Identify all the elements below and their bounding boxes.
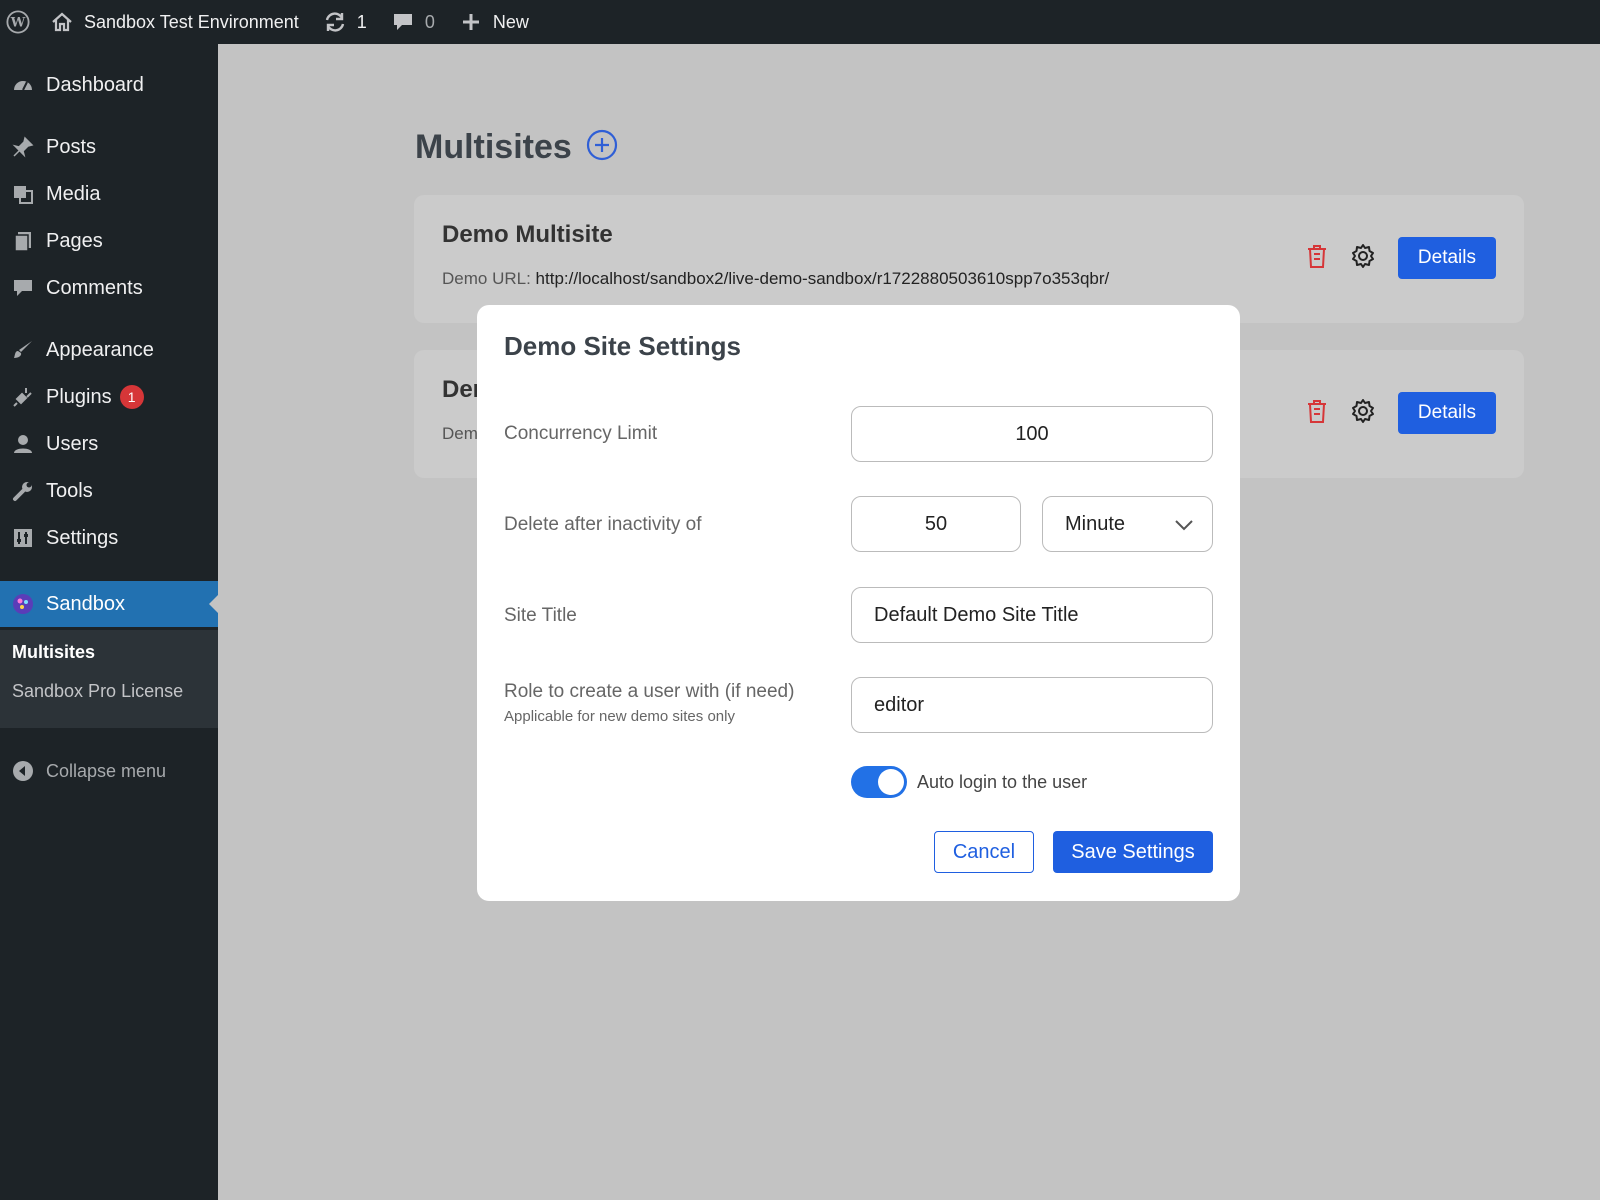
modal-title: Demo Site Settings [504, 331, 741, 361]
cancel-button[interactable]: Cancel [934, 831, 1034, 873]
comment-icon [391, 10, 415, 34]
auto-login-toggle[interactable] [851, 766, 907, 798]
updates-link[interactable]: 1 [311, 0, 379, 44]
sidebar-item-label: Media [46, 182, 101, 205]
sidebar-item-label: Posts [46, 135, 97, 158]
pin-icon [0, 136, 46, 158]
sidebar-item-plugins[interactable]: Plugins 1 [0, 374, 218, 420]
sidebar-item-label: Appearance [46, 338, 154, 361]
sidebar-item-appearance[interactable]: Appearance [0, 327, 218, 373]
site-name: Sandbox Test Environment [84, 11, 299, 32]
demo-site-settings-modal: Demo Site Settings Concurrency Limit 100… [477, 305, 1240, 901]
updates-icon [323, 10, 347, 34]
admin-bar: W Sandbox Test Environment 1 0 New [0, 0, 1600, 44]
sandbox-icon [0, 592, 46, 616]
concurrency-limit-label: Concurrency Limit [504, 423, 658, 444]
sidebar-item-posts[interactable]: Posts [0, 124, 218, 170]
inactivity-unit-select[interactable]: Minute [1042, 496, 1213, 552]
toggle-knob [878, 769, 904, 795]
card-actions: Details [1306, 392, 1496, 434]
brush-icon [0, 339, 46, 361]
details-button[interactable]: Details [1397, 237, 1496, 279]
inactivity-value-input[interactable]: 50 [851, 496, 1021, 552]
updates-count: 1 [356, 11, 367, 32]
trash-icon[interactable] [1306, 243, 1328, 274]
sidebar-item-label: Tools [46, 479, 93, 502]
multisite-card: Demo Multisite Demo URL: http://localhos… [414, 195, 1524, 323]
svg-text:W: W [10, 16, 26, 31]
new-label: New [492, 11, 529, 32]
details-button[interactable]: Details [1397, 392, 1496, 434]
sidebar-item-settings[interactable]: Settings [0, 515, 218, 561]
sidebar-item-label: Plugins [46, 385, 112, 408]
collapse-menu-button[interactable]: Collapse menu [0, 748, 218, 794]
page-title: Multisites [415, 128, 618, 167]
submenu-multisites[interactable]: Multisites [12, 642, 95, 663]
dashboard-icon [0, 74, 46, 96]
trash-icon[interactable] [1306, 398, 1328, 429]
comments-count: 0 [424, 11, 435, 32]
chevron-down-icon [1174, 515, 1194, 541]
sidebar-item-tools[interactable]: Tools [0, 468, 218, 514]
inactivity-label: Delete after inactivity of [504, 514, 702, 535]
wrench-icon [0, 480, 46, 502]
page-heading: Multisites [415, 128, 572, 166]
home-icon [50, 10, 74, 34]
url-label: Demo URL: [442, 269, 531, 288]
plug-icon [0, 386, 46, 408]
gear-icon[interactable] [1350, 243, 1376, 274]
sidebar-item-dashboard[interactable]: Dashboard [0, 62, 218, 108]
card-title: Demo Multisite [442, 221, 613, 248]
sidebar-item-label: Sandbox [46, 592, 125, 615]
sidebar-item-users[interactable]: Users [0, 421, 218, 467]
auto-login-label: Auto login to the user [917, 772, 1088, 792]
sidebar-item-label: Dashboard [46, 73, 144, 96]
role-help-text: Applicable for new demo sites only [504, 708, 735, 725]
gear-icon[interactable] [1350, 398, 1376, 429]
sidebar-item-comments[interactable]: Comments [0, 265, 218, 311]
sidebar-item-pages[interactable]: Pages [0, 218, 218, 264]
sidebar-item-label: Comments [46, 276, 143, 299]
role-input[interactable]: editor [851, 677, 1213, 733]
site-title-input[interactable]: Default Demo Site Title [851, 587, 1213, 643]
site-name-link[interactable]: Sandbox Test Environment [38, 0, 311, 44]
submenu-sandbox-pro-license[interactable]: Sandbox Pro License [12, 681, 183, 702]
plus-icon [459, 10, 483, 34]
save-settings-button[interactable]: Save Settings [1053, 831, 1213, 873]
site-title-label: Site Title [504, 605, 577, 626]
concurrency-limit-input[interactable]: 100 [851, 406, 1213, 462]
card-actions: Details [1306, 237, 1496, 279]
media-icon [0, 183, 46, 205]
inactivity-unit-value: Minute [1065, 512, 1126, 535]
wordpress-icon: W [6, 10, 30, 34]
update-count-badge: 1 [119, 385, 144, 409]
wordpress-logo[interactable]: W [0, 0, 38, 44]
url-value[interactable]: http://localhost/sandbox2/live-demo-sand… [536, 269, 1110, 288]
sidebar-item-sandbox[interactable]: Sandbox [0, 581, 218, 627]
admin-sidebar: Dashboard Posts Media Pages Comments App… [0, 44, 218, 1200]
card-url: Demo URL: http://localhost/sandbox2/live… [442, 269, 1109, 289]
collapse-icon [0, 760, 46, 782]
sidebar-item-media[interactable]: Media [0, 171, 218, 217]
sandbox-submenu: Multisites Sandbox Pro License [0, 630, 218, 728]
sidebar-item-label: Pages [46, 229, 103, 252]
settings-icon [0, 527, 46, 549]
new-content-link[interactable]: New [447, 0, 541, 44]
user-icon [0, 433, 46, 455]
comment-icon [0, 277, 46, 299]
role-label: Role to create a user with (if need) [504, 681, 795, 702]
sidebar-item-label: Users [46, 432, 99, 455]
collapse-label: Collapse menu [46, 760, 167, 781]
add-multisite-icon[interactable] [586, 129, 618, 166]
comments-link[interactable]: 0 [379, 0, 447, 44]
sidebar-item-label: Settings [46, 526, 119, 549]
current-indicator [209, 595, 218, 613]
pages-icon [0, 230, 46, 252]
